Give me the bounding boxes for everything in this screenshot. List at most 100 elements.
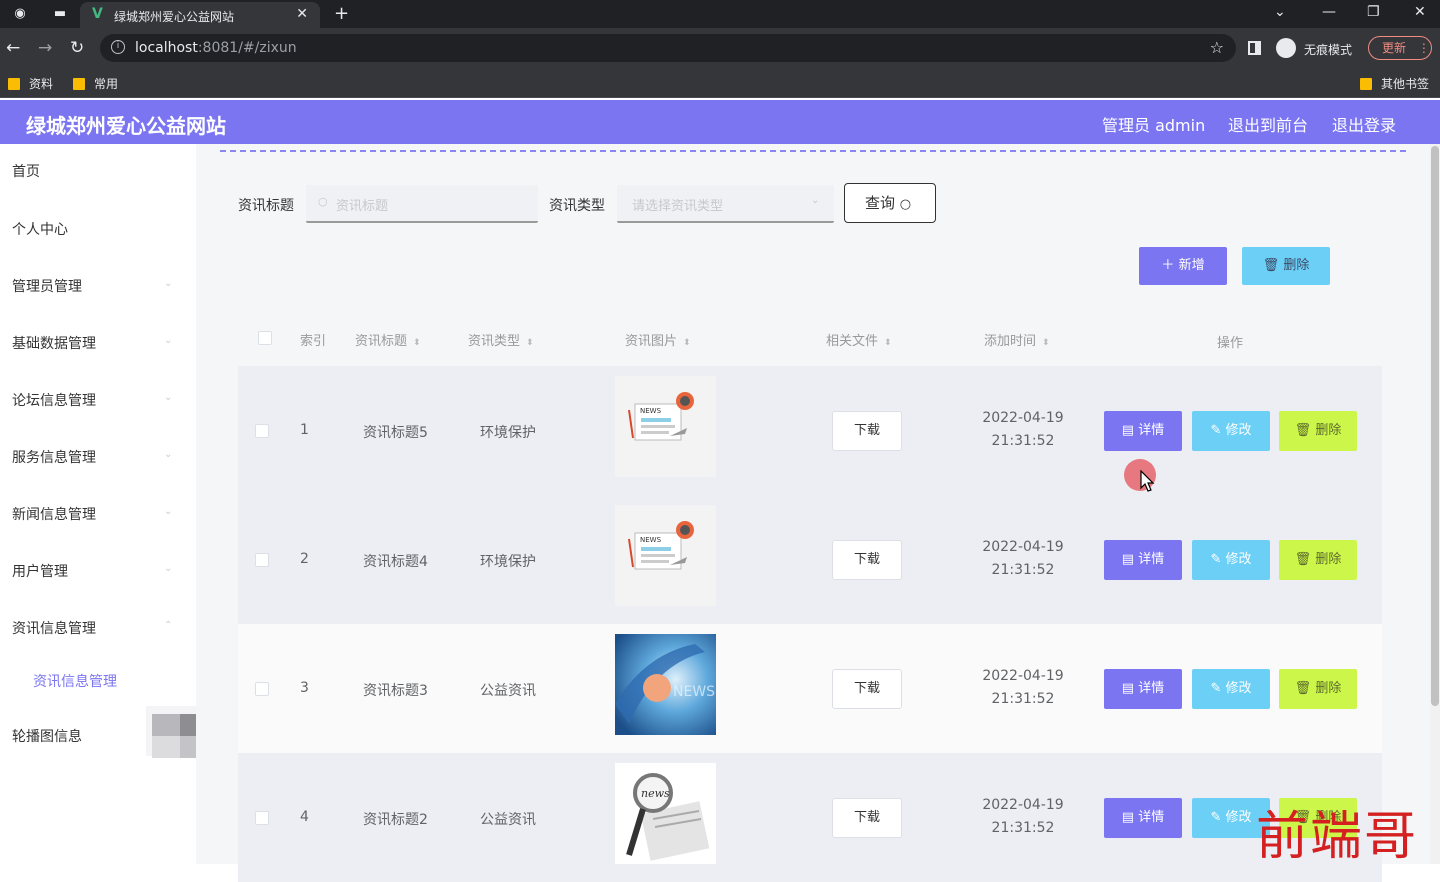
exit-to-front-link[interactable]: 退出到前台 (1228, 112, 1308, 136)
browser-menu-icon[interactable]: ◉ (12, 6, 28, 22)
row-type: 环境保护 (480, 554, 536, 570)
logout-link[interactable]: 退出登录 (1332, 112, 1396, 136)
chevron-down-icon: ⌄ (164, 506, 173, 517)
news-icon-image[interactable]: NEWS (615, 505, 716, 606)
vue-favicon-icon: V (92, 6, 103, 22)
new-tab-icon[interactable]: + (334, 3, 349, 24)
download-button[interactable]: 下载 (832, 669, 902, 709)
column-header[interactable]: 添加时间 ⬍ (984, 330, 1050, 349)
row-added-time: 2022-04-19 21:31:52 (982, 794, 1064, 840)
sort-icon[interactable]: ⬍ (1042, 338, 1050, 348)
row-title: 资讯标题2 (363, 812, 428, 828)
bookmark-label: 其他书签 (1381, 77, 1430, 91)
download-button[interactable]: 下载 (832, 798, 902, 838)
download-button[interactable]: 下载 (832, 411, 902, 451)
add-button[interactable]: ＋ 新增 (1139, 247, 1227, 285)
title-search-input[interactable]: ○ 资讯标题 (306, 185, 538, 223)
url-path: :8081/#/zixun (197, 40, 297, 56)
sidebar-subitem-info-manage[interactable]: 资讯信息管理 (33, 671, 117, 691)
column-header: 操作 (1217, 332, 1243, 351)
incognito-label: 无痕模式 (1304, 43, 1353, 57)
row-checkbox[interactable] (255, 424, 269, 438)
sidebar-item-home[interactable]: 首页 (12, 161, 40, 181)
news-magnifier-image[interactable]: news (615, 763, 716, 864)
svg-text:NEWS: NEWS (640, 536, 662, 544)
detail-button[interactable]: ▤ 详情 (1104, 411, 1182, 451)
sidebar-item-carousel[interactable]: 轮播图信息 (12, 726, 82, 746)
close-tab-icon[interactable]: ✕ (296, 6, 308, 22)
type-select[interactable]: 请选择资讯类型 ⌄ (617, 185, 834, 223)
search-button-label: 查询 (865, 194, 896, 212)
tab-list-icon[interactable]: ⌄ (1274, 4, 1286, 20)
select-all-checkbox[interactable] (258, 331, 272, 345)
detail-button[interactable]: ▤ 详情 (1104, 669, 1182, 709)
chevron-down-icon: ⌄ (164, 278, 173, 289)
row-index: 1 (300, 422, 309, 438)
edit-button[interactable]: ✎ 修改 (1192, 540, 1270, 580)
delete-button[interactable]: 🗑 删除 (1279, 411, 1357, 451)
sort-icon[interactable]: ⬍ (526, 338, 534, 348)
row-checkbox[interactable] (255, 811, 269, 825)
trash-icon: 🗑 (1294, 423, 1312, 438)
news-globe-image[interactable]: NEWS (615, 634, 716, 735)
sort-icon[interactable]: ⬍ (413, 338, 421, 348)
delete-button-label: 删除 (1283, 258, 1310, 273)
chevron-down-icon: ⌄ (811, 195, 820, 206)
bookmarks-bar: 资料 常用 其他书签 (0, 68, 1440, 98)
forward-icon[interactable]: → (38, 38, 52, 58)
omnibox[interactable]: i localhost:8081/#/zixun ☆ (100, 34, 1236, 62)
delete-button[interactable]: 🗑 删除 (1279, 669, 1357, 709)
row-time: 21:31:52 (991, 433, 1055, 449)
column-header[interactable]: 资讯类型 ⬍ (468, 330, 534, 349)
delete-label: 删除 (1315, 423, 1342, 438)
sidebar-item-personal[interactable]: 个人中心 (12, 219, 68, 239)
site-info-icon[interactable]: i (111, 40, 125, 54)
bookmark-star-icon[interactable]: ☆ (1210, 38, 1224, 57)
update-button[interactable]: 更新 ⋮ (1368, 36, 1432, 60)
download-button[interactable]: 下载 (832, 540, 902, 580)
close-window-icon[interactable]: ✕ (1414, 4, 1426, 20)
edit-button[interactable]: ✎ 修改 (1192, 669, 1270, 709)
sidebar-item-info[interactable]: 资讯信息管理 (12, 618, 96, 638)
detail-button[interactable]: ▤ 详情 (1104, 798, 1182, 838)
reload-icon[interactable]: ↻ (70, 38, 84, 58)
bookmark-folder[interactable]: 常用 (73, 75, 118, 92)
incognito-icon (1276, 38, 1296, 58)
sidebar-item-news[interactable]: 新闻信息管理 (12, 504, 96, 524)
sidebar-item-users[interactable]: 用户管理 (12, 561, 68, 581)
main-content: 资讯标题 ○ 资讯标题 资讯类型 请选择资讯类型 ⌄ 查询 ○ ＋ 新增 🗑 删… (196, 144, 1440, 882)
scrollbar-thumb[interactable] (1431, 146, 1439, 706)
row-checkbox[interactable] (255, 553, 269, 567)
scrollbar[interactable] (1430, 144, 1440, 864)
delete-button[interactable]: 🗑 删除 (1279, 540, 1357, 580)
search-button[interactable]: 查询 ○ (844, 183, 936, 223)
detail-button[interactable]: ▤ 详情 (1104, 540, 1182, 580)
news-icon-image[interactable]: NEWS (615, 376, 716, 477)
sidebar-item-service[interactable]: 服务信息管理 (12, 447, 96, 467)
pencil-icon: ✎ (1210, 552, 1222, 567)
minimize-icon[interactable]: — (1322, 4, 1336, 20)
row-checkbox[interactable] (255, 682, 269, 696)
chevron-down-icon: ⌄ (164, 335, 173, 346)
sidebar-item-base-data[interactable]: 基础数据管理 (12, 333, 96, 353)
sort-icon[interactable]: ⬍ (884, 338, 892, 348)
batch-delete-button[interactable]: 🗑 删除 (1242, 247, 1330, 285)
maximize-icon[interactable]: ❐ (1367, 4, 1380, 20)
back-icon[interactable]: ← (6, 38, 20, 58)
sidebar-item-admin[interactable]: 管理员管理 (12, 276, 82, 296)
other-bookmarks[interactable]: 其他书签 (1360, 75, 1429, 92)
detail-label: 详情 (1138, 423, 1165, 438)
side-panel-icon[interactable] (1248, 41, 1261, 55)
search-icon: ○ (899, 197, 912, 212)
sort-icon[interactable]: ⬍ (683, 338, 691, 348)
column-header[interactable]: 资讯图片 ⬍ (625, 330, 691, 349)
tab-search-icon[interactable]: ▬ (52, 6, 68, 22)
sidebar-item-forum[interactable]: 论坛信息管理 (12, 390, 96, 410)
column-header[interactable]: 资讯标题 ⬍ (355, 330, 421, 349)
row-time: 21:31:52 (991, 562, 1055, 578)
edit-button[interactable]: ✎ 修改 (1192, 411, 1270, 451)
bookmark-folder[interactable]: 资料 (8, 75, 53, 92)
browser-tab[interactable]: V 绿城郑州爱心公益网站 ✕ (80, 2, 320, 28)
column-label: 添加时间 (984, 334, 1037, 349)
column-header[interactable]: 相关文件 ⬍ (826, 330, 892, 349)
